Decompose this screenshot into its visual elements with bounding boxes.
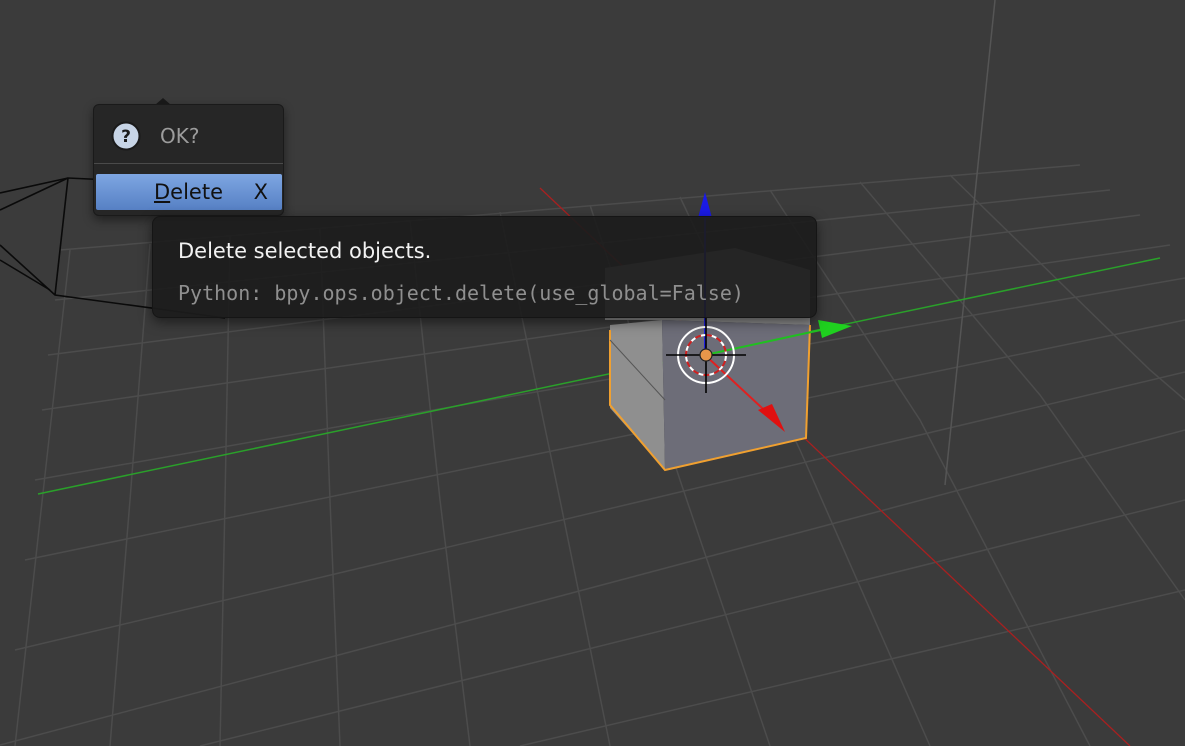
confirm-header: ? OK? <box>94 105 283 163</box>
delete-label-rest: elete <box>170 180 223 204</box>
delete-accelerator-letter: D <box>154 180 171 204</box>
tooltip-description: Delete selected objects. <box>178 239 432 263</box>
operator-tooltip: Delete selected objects. Python: bpy.ops… <box>152 216 817 318</box>
delete-label: Delete <box>154 180 223 204</box>
delete-menu-item[interactable]: Delete X <box>96 174 282 210</box>
tooltip-python-path: Python: bpy.ops.object.delete(use_global… <box>178 281 744 305</box>
svg-text:?: ? <box>121 127 131 147</box>
camera-frame-line <box>944 0 996 486</box>
divider <box>94 163 283 164</box>
question-icon: ? <box>111 121 141 151</box>
delete-shortcut: X <box>253 180 268 204</box>
confirm-title: OK? <box>160 124 200 148</box>
confirm-delete-popup: ? OK? Delete X <box>93 104 284 216</box>
